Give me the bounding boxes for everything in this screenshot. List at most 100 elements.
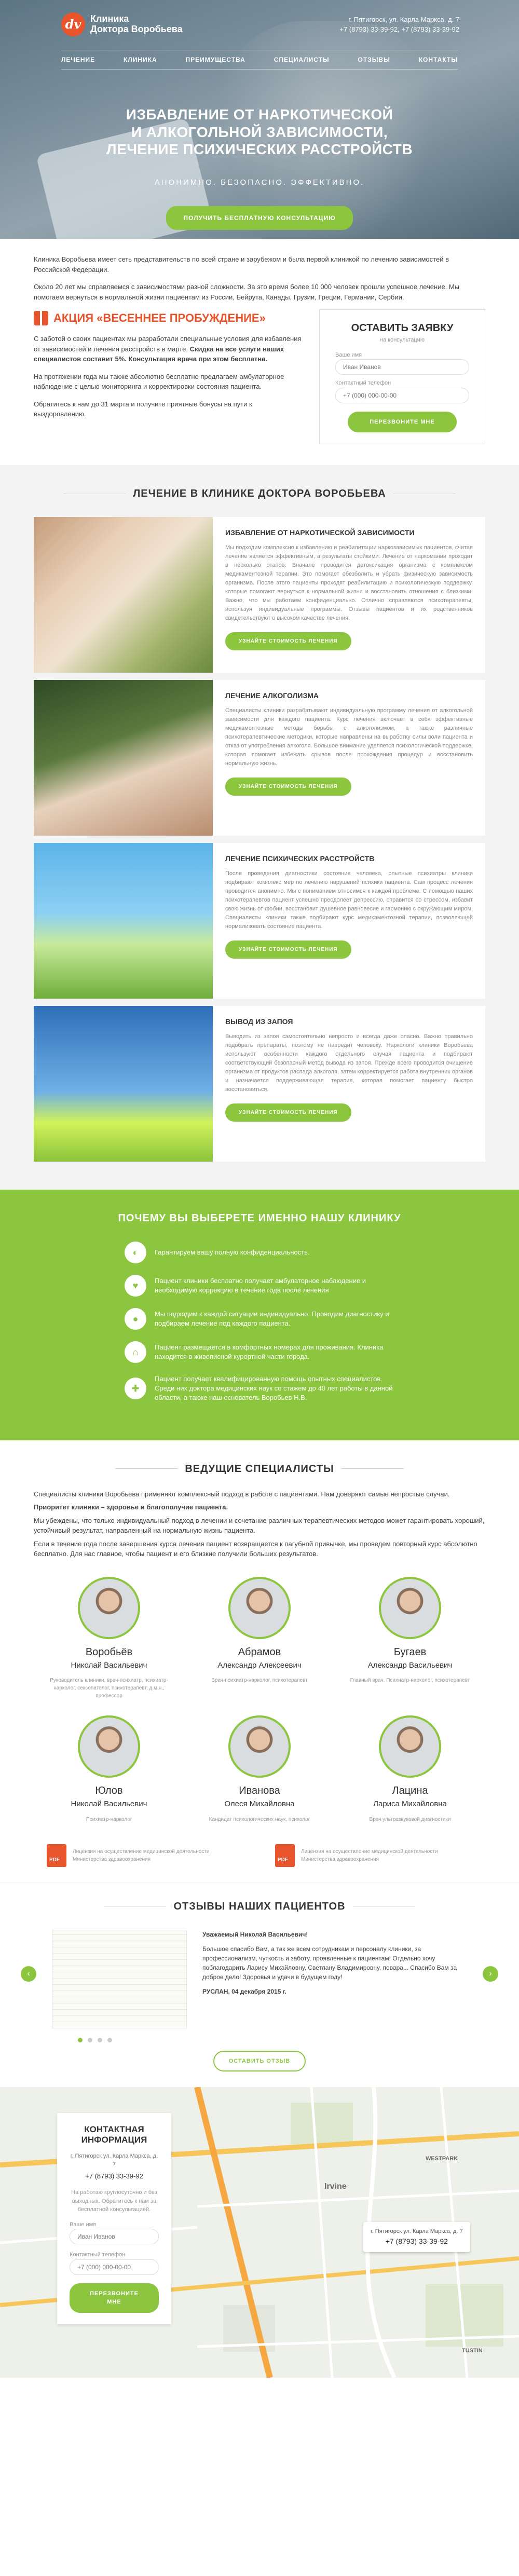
- license-text: Лицензия на осуществление медицинской де…: [73, 1848, 210, 1862]
- doctor-last-name: Юлов: [95, 1785, 123, 1797]
- treatment-cost-button[interactable]: УЗНАЙТЕ СТОИМОСТЬ ЛЕЧЕНИЯ: [225, 778, 351, 796]
- why-item-text: Гарантируем вашу полную конфиденциальнос…: [155, 1248, 310, 1256]
- promo-content: АКЦИЯ «ВЕСЕННЕЕ ПРОБУЖДЕНИЕ» С заботой о…: [34, 309, 304, 444]
- treatment-item: ЛЕЧЕНИЕ АЛКОГОЛИЗМА Специалисты клиники …: [34, 680, 485, 836]
- review-greeting: Уважаемый Николай Васильевич!: [202, 1930, 308, 1938]
- map-pin-phone: +7 (8793) 33-39-92: [385, 2237, 448, 2245]
- treatment-cost-button[interactable]: УЗНАЙТЕ СТОИМОСТЬ ЛЕЧЕНИЯ: [225, 941, 351, 959]
- doctor-photo: [228, 1576, 291, 1639]
- logo-mark: dv: [61, 12, 85, 36]
- name-input[interactable]: [335, 359, 469, 375]
- doctor-card[interactable]: Абрамов Александр Алексеевич Врач-психиа…: [197, 1576, 322, 1700]
- review-content: Уважаемый Николай Васильевич! Большое сп…: [202, 1930, 472, 1996]
- nav-clinic[interactable]: КЛИНИКА: [124, 55, 157, 64]
- nav-treatment[interactable]: ЛЕЧЕНИЕ: [61, 55, 95, 64]
- nav-reviews[interactable]: ОТЗЫВЫ: [358, 55, 390, 64]
- why-item: ● Мы подходим к каждой ситуации индивиду…: [125, 1308, 394, 1330]
- treatment-item-text: После проведения диагностики состояния ч…: [225, 870, 473, 930]
- promo-text-3: Обратитесь к нам до 31 марта и получите …: [34, 400, 252, 418]
- phone-input[interactable]: [335, 387, 469, 403]
- treatment-image-mental: [34, 843, 213, 999]
- prev-arrow-icon[interactable]: ‹: [21, 1966, 36, 1982]
- treatment-text: ИЗБАВЛЕНИЕ ОТ НАРКОТИЧЕСКОЙ ЗАВИСИМОСТИ …: [213, 517, 485, 673]
- slider-dot[interactable]: [98, 2037, 102, 2042]
- leave-review-button[interactable]: ОСТАВИТЬ ОТЗЫВ: [213, 2050, 306, 2072]
- doctor-card[interactable]: Воробьёв Николай Васильевич Руководитель…: [47, 1576, 171, 1700]
- hero-subtitle: АНОНИМНО. БЕЗОПАСНО. ЭФФЕКТИВНО.: [154, 178, 365, 187]
- doctor-description: Руководитель клиники, врач-психиатр, пси…: [50, 1678, 168, 1699]
- review-slider: ‹ Уважаемый Николай Васильевич! Большое …: [21, 1929, 498, 2028]
- hero-title-line2: И АЛКОГОЛЬНОЙ ЗАВИСИМОСТИ,: [131, 124, 388, 140]
- contact-phone[interactable]: +7 (8793) 33-39-92: [70, 2171, 159, 2182]
- slider-dot[interactable]: [107, 2037, 112, 2042]
- name-label: Ваше имя: [335, 351, 362, 358]
- nav-advantages[interactable]: ПРЕИМУЩЕСТВА: [185, 55, 245, 64]
- slider-dot[interactable]: [88, 2037, 92, 2042]
- license-link[interactable]: Лицензия на осуществление медицинской де…: [275, 1844, 472, 1867]
- nav-specialists[interactable]: СПЕЦИАЛИСТЫ: [274, 55, 330, 64]
- doctors-grid: Воробьёв Николай Васильевич Руководитель…: [47, 1576, 472, 1839]
- review-letter-image[interactable]: [52, 1929, 187, 2028]
- specialists-text-1: Специалисты клиники Воробьева применяют …: [34, 1490, 450, 1498]
- user-icon: ●: [125, 1308, 146, 1330]
- contact-callback-button[interactable]: ПЕРЕЗВОНИТЕ МНЕ: [70, 2283, 159, 2313]
- heart-icon: ♥: [125, 1275, 146, 1297]
- license-link[interactable]: Лицензия на осуществление медицинской де…: [47, 1844, 244, 1867]
- licenses: Лицензия на осуществление медицинской де…: [47, 1844, 472, 1867]
- doctor-card[interactable]: Иванова Олеся Михайловна Кандидат психол…: [197, 1715, 322, 1823]
- why-item: ✚ Пациент получает квалифицированную пом…: [125, 1374, 394, 1403]
- treatment-item-text: Мы подходим комплексно к избавлению и ре…: [225, 544, 473, 622]
- doctor-icon: ✚: [125, 1378, 146, 1400]
- doctor-photo: [379, 1715, 441, 1778]
- review-signature: РУСЛАН, 04 декабря 2015 г.: [202, 1987, 286, 1995]
- doctor-photo: [379, 1576, 441, 1639]
- treatment-cost-button[interactable]: УЗНАЙТЕ СТОИМОСТЬ ЛЕЧЕНИЯ: [225, 1103, 351, 1122]
- logo[interactable]: dv Клиника Доктора Воробьева: [61, 12, 183, 36]
- nav-contacts[interactable]: КОНТАКТЫ: [419, 55, 458, 64]
- doctor-description: Врач ультразвуковой диагностики: [369, 1816, 451, 1822]
- doctor-description: Главный врач. Психиатр-нарколог, психоте…: [350, 1678, 470, 1684]
- treatment-title: ЛЕЧЕНИЕ В КЛИНИКЕ ДОКТОРА ВОРОБЬЕВА: [133, 488, 386, 499]
- reviews-title: ОТЗЫВЫ НАШИХ ПАЦИЕНТОВ: [173, 1900, 346, 1912]
- treatment-item: ИЗБАВЛЕНИЕ ОТ НАРКОТИЧЕСКОЙ ЗАВИСИМОСТИ …: [34, 517, 485, 673]
- free-consultation-button[interactable]: ПОЛУЧИТЬ БЕСПЛАТНУЮ КОНСУЛЬТАЦИЮ: [166, 206, 353, 230]
- doctor-first-name: Александр Васильевич: [367, 1660, 453, 1670]
- doctor-first-name: Олеся Михайловна: [224, 1800, 295, 1809]
- doctor-first-name: Николай Васильевич: [71, 1800, 147, 1809]
- map-pin-address: г. Пятигорск ул. Карла Маркса, д. 7: [371, 2228, 463, 2235]
- treatment-cost-button[interactable]: УЗНАЙТЕ СТОИМОСТЬ ЛЕЧЕНИЯ: [225, 632, 351, 651]
- promo-heading: АКЦИЯ «ВЕСЕННЕЕ ПРОБУЖДЕНИЕ»: [34, 309, 304, 326]
- treatment-image-drugs: [34, 517, 213, 673]
- map-section[interactable]: Irvine WESTPARK TUSTIN г. Пятигорск ул. …: [0, 2087, 519, 2378]
- hero-title: ИЗБАВЛЕНИЕ ОТ НАРКОТИЧЕСКОЙ И АЛКОГОЛЬНО…: [0, 106, 519, 158]
- header-address: г. Пятигорск, ул. Карла Маркса, д. 7: [348, 15, 459, 23]
- doctor-card[interactable]: Бугаев Александр Васильевич Главный врач…: [348, 1576, 472, 1700]
- contact-phone-input[interactable]: [70, 2259, 159, 2275]
- contact-title: КОНТАКТНАЯ ИНФОРМАЦИЯ: [81, 2124, 147, 2145]
- callback-button[interactable]: ПЕРЕЗВОНИТЕ МНЕ: [348, 411, 457, 432]
- doctor-photo: [228, 1715, 291, 1778]
- contact-name-input[interactable]: [70, 2229, 159, 2245]
- doctor-card[interactable]: Юлов Николай Васильевич Психиатр-нарколо…: [47, 1715, 171, 1823]
- treatment-text: ЛЕЧЕНИЕ АЛКОГОЛИЗМА Специалисты клиники …: [213, 680, 485, 836]
- specialists-text-4: Если в течение года после завершения кур…: [34, 1539, 477, 1558]
- doctor-description: Врач-психиатр-нарколог, психотерапевт: [211, 1678, 308, 1684]
- specialists-priority: Приоритет клиники – здоровье и благополу…: [34, 1503, 228, 1511]
- doctor-last-name: Иванова: [239, 1785, 280, 1797]
- slider-dot[interactable]: [78, 2037, 83, 2042]
- doctor-last-name: Воробьёв: [85, 1646, 133, 1658]
- doctor-last-name: Абрамов: [238, 1646, 281, 1658]
- map-location-pin[interactable]: г. Пятигорск ул. Карла Маркса, д. 7 +7 (…: [363, 2222, 470, 2252]
- request-form-title: ОСТАВИТЬ ЗАЯВКУ: [351, 322, 454, 334]
- contact-name-label: Ваше имя: [70, 2221, 97, 2228]
- doctor-card[interactable]: Лацина Лариса Михайловна Врач ультразвук…: [348, 1715, 472, 1823]
- doctor-last-name: Бугаев: [393, 1646, 427, 1658]
- doctor-first-name: Николай Васильевич: [71, 1660, 147, 1670]
- doctor-first-name: Александр Алексеевич: [217, 1660, 302, 1670]
- doctor-last-name: Лацина: [392, 1785, 428, 1797]
- next-arrow-icon[interactable]: ›: [483, 1966, 498, 1982]
- header-phones[interactable]: +7 (8793) 33-39-92, +7 (8793) 33-39-92: [339, 24, 459, 35]
- map-label-irvine: Irvine: [324, 2182, 347, 2191]
- specialists-section: ВЕДУЩИЕ СПЕЦИАЛИСТЫ Специалисты клиники …: [0, 1440, 519, 1883]
- why-item: ♥ Пациент клиники бесплатно получает амб…: [125, 1275, 394, 1297]
